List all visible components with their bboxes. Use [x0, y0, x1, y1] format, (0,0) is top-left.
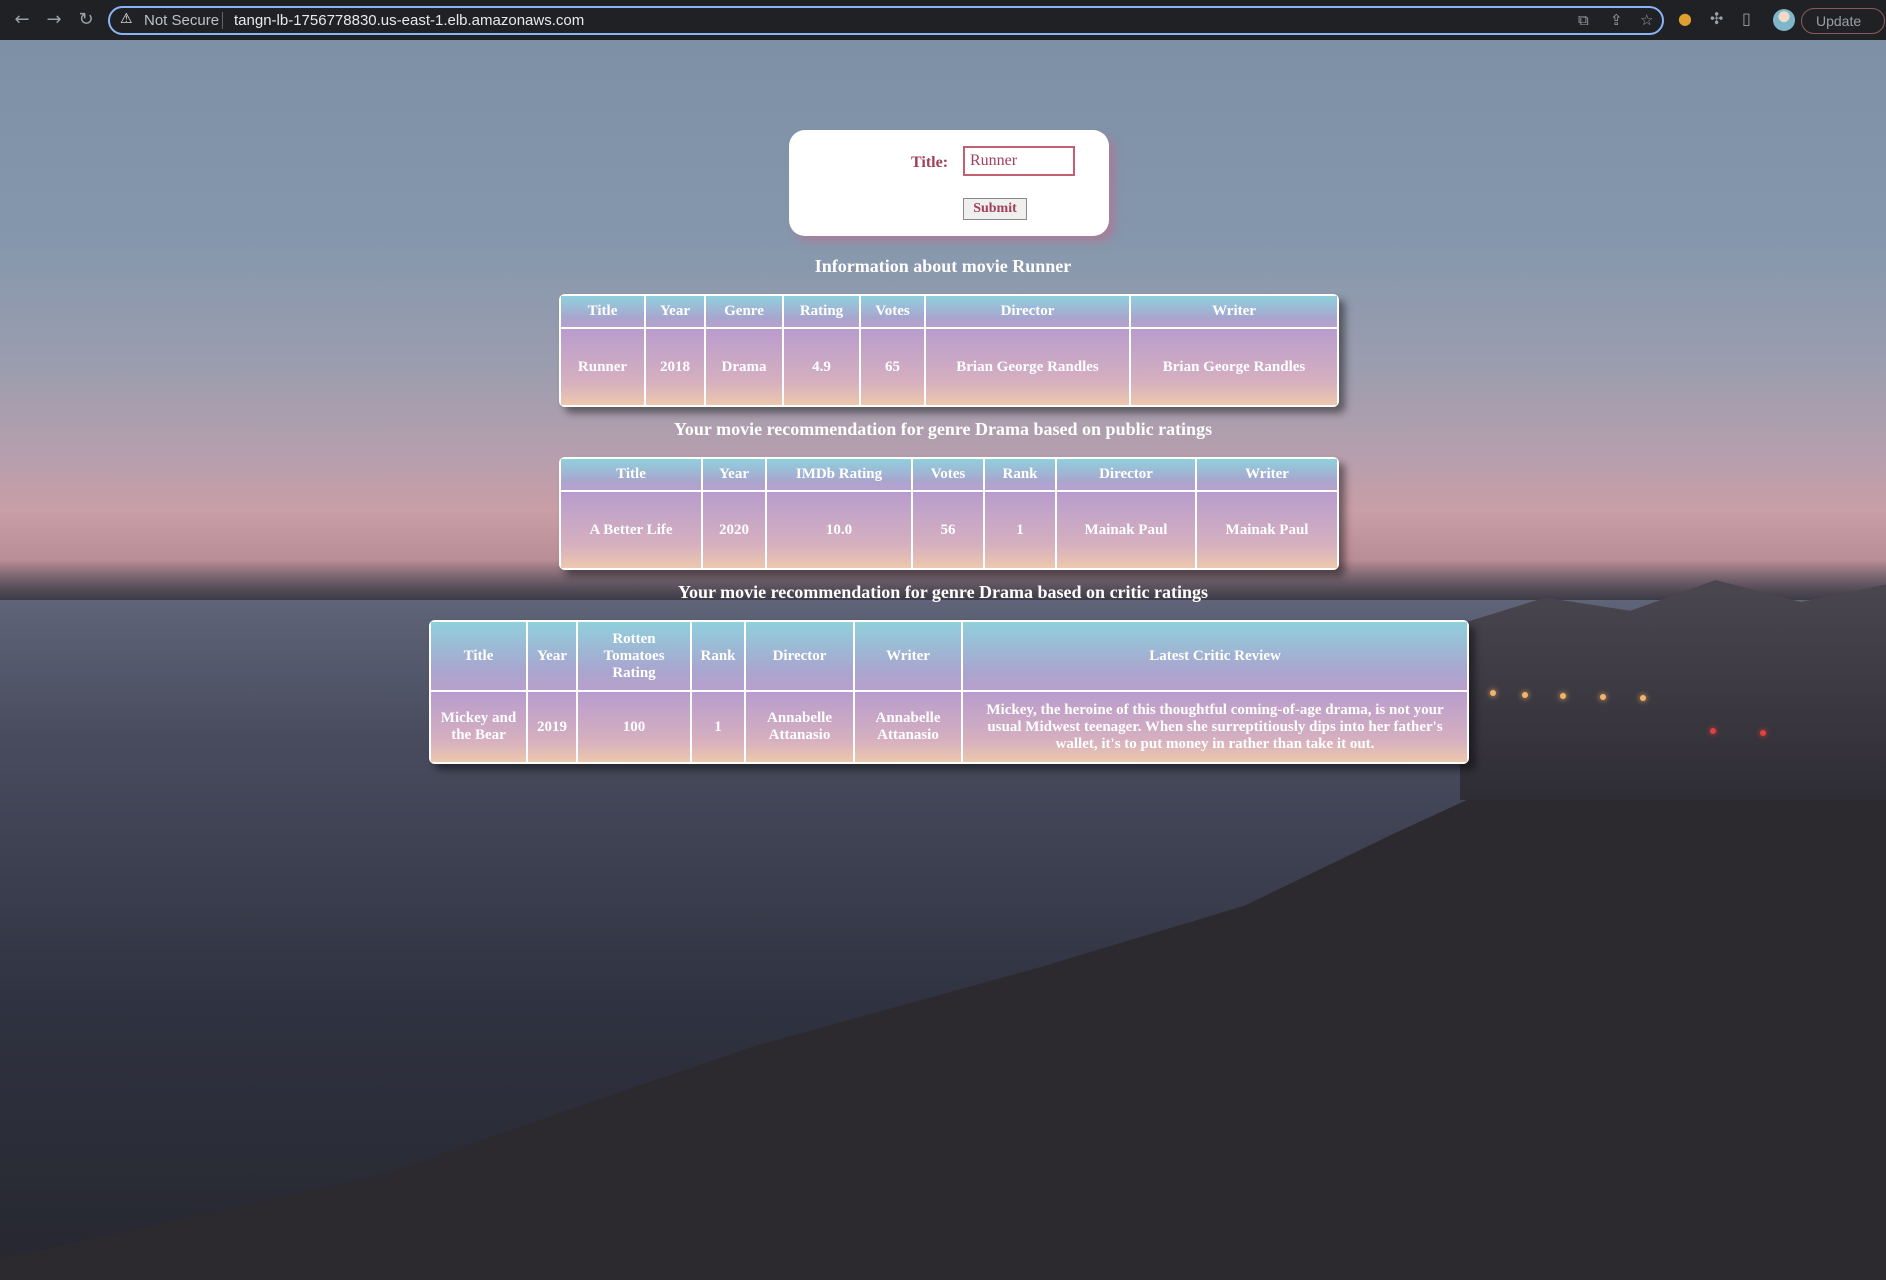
table-cell: 1 — [692, 692, 746, 762]
translate-icon[interactable]: ⧉ — [1578, 11, 1589, 29]
table-row: A Better Life 2020 10.0 56 1 Mainak Paul… — [561, 492, 1337, 568]
column-header: Votes — [913, 459, 985, 492]
browser-toolbar: ← → ↻ ⚠ Not Secure tangn-lb-1756778830.u… — [0, 0, 1886, 40]
critic-heading: Your movie recommendation for genre Dram… — [677, 582, 1209, 602]
table-cell: 2019 — [528, 692, 578, 762]
column-header: Rotten Tomatoes Rating — [578, 622, 692, 692]
table-row: Mickey and the Bear 2019 100 1 Annabelle… — [431, 692, 1467, 762]
column-header: Director — [746, 622, 855, 692]
extension-icon[interactable]: ● — [1678, 9, 1692, 28]
table-cell: 2020 — [703, 492, 767, 568]
title-input[interactable] — [963, 146, 1075, 176]
column-header: Director — [1057, 459, 1197, 492]
star-bookmark-icon[interactable]: ☆ — [1640, 11, 1653, 29]
column-header: Year — [703, 459, 767, 492]
info-table: Title Year Genre Rating Votes Director W… — [559, 294, 1339, 407]
column-header: IMDb Rating — [767, 459, 913, 492]
table-cell: Runner — [561, 329, 646, 405]
town-light — [1560, 693, 1566, 699]
info-heading: Information about movie Runner — [814, 256, 1072, 276]
column-header: Genre — [706, 296, 784, 329]
public-heading: Your movie recommendation for genre Dram… — [673, 419, 1213, 439]
forward-arrow-icon[interactable]: → — [42, 8, 66, 32]
public-ratings-table: Title Year IMDb Rating Votes Rank Direct… — [559, 457, 1339, 570]
town-light — [1600, 694, 1606, 700]
back-arrow-icon[interactable]: ← — [10, 8, 34, 32]
page-background: Title: Submit Information about movie Ru… — [0, 40, 1886, 1280]
title-label: Title: — [911, 154, 949, 171]
table-cell: 10.0 — [767, 492, 913, 568]
table-cell: Brian George Randles — [926, 329, 1131, 405]
search-form: Title: Submit — [789, 130, 1109, 236]
column-header: Title — [561, 459, 703, 492]
table-cell: Mainak Paul — [1057, 492, 1197, 568]
table-cell: Annabelle Attanasio — [855, 692, 963, 762]
column-header: Latest Critic Review — [963, 622, 1467, 692]
column-header: Rating — [784, 296, 861, 329]
table-cell: Mickey and the Bear — [431, 692, 528, 762]
table-cell: Brian George Randles — [1131, 329, 1337, 405]
column-header: Year — [528, 622, 578, 692]
table-cell: 65 — [861, 329, 926, 405]
profile-avatar[interactable] — [1773, 9, 1795, 31]
column-header: Rank — [985, 459, 1057, 492]
town-light — [1760, 730, 1766, 736]
update-button[interactable]: Update — [1801, 8, 1885, 34]
table-cell: 100 — [578, 692, 692, 762]
table-cell: 4.9 — [784, 329, 861, 405]
column-header: Writer — [855, 622, 963, 692]
town-backdrop — [1460, 580, 1886, 800]
town-light — [1710, 728, 1716, 734]
column-header: Year — [646, 296, 706, 329]
address-bar[interactable]: ⚠ Not Secure tangn-lb-1756778830.us-east… — [108, 6, 1664, 35]
table-cell: Drama — [706, 329, 784, 405]
table-cell: A Better Life — [561, 492, 703, 568]
column-header: Writer — [1131, 296, 1337, 329]
warning-icon: ⚠ — [120, 11, 133, 27]
puzzle-extensions-icon[interactable]: ✣ — [1710, 9, 1723, 28]
table-cell: Mickey, the heroine of this thoughtful c… — [963, 692, 1467, 762]
table-cell: Mainak Paul — [1197, 492, 1337, 568]
town-light — [1490, 690, 1496, 696]
town-light — [1522, 692, 1528, 698]
table-cell: 56 — [913, 492, 985, 568]
column-header: Title — [561, 296, 646, 329]
column-header: Rank — [692, 622, 746, 692]
column-header: Writer — [1197, 459, 1337, 492]
table-cell: 2018 — [646, 329, 706, 405]
critic-ratings-table: Title Year Rotten Tomatoes Rating Rank D… — [429, 620, 1469, 764]
url-text[interactable]: tangn-lb-1756778830.us-east-1.elb.amazon… — [234, 12, 584, 29]
table-row: Runner 2018 Drama 4.9 65 Brian George Ra… — [561, 329, 1337, 405]
divider — [222, 12, 223, 29]
column-header: Votes — [861, 296, 926, 329]
side-panel-icon[interactable]: ▯ — [1742, 9, 1751, 28]
column-header: Director — [926, 296, 1131, 329]
table-cell: 1 — [985, 492, 1057, 568]
security-label: Not Secure — [144, 12, 220, 29]
share-icon[interactable]: ⇪ — [1610, 11, 1623, 29]
reload-icon[interactable]: ↻ — [74, 8, 98, 32]
town-light — [1640, 695, 1646, 701]
submit-button[interactable]: Submit — [963, 198, 1027, 220]
table-cell: Annabelle Attanasio — [746, 692, 855, 762]
column-header: Title — [431, 622, 528, 692]
